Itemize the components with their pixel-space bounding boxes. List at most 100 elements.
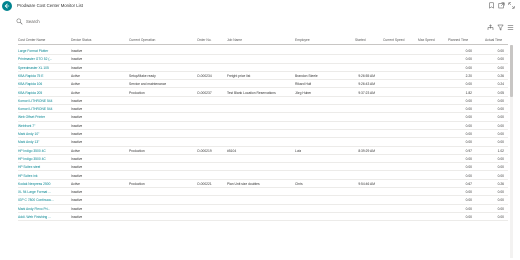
table-row[interactable]: Komori LITHRONE 544 Inactive 0.00 0.00	[18, 105, 508, 114]
column-header-started[interactable]: Started	[355, 38, 366, 42]
table-row[interactable]: Webfront 7" Inactive 0.00 0.00	[18, 122, 508, 130]
cell-name[interactable]: KBA Rapida 106	[18, 82, 68, 86]
cell-order: O-000221	[197, 181, 212, 186]
scrollbar-thumb[interactable]	[510, 45, 513, 97]
cell-name[interactable]: Kodak Nexpress 2500	[18, 182, 68, 186]
cell-employee: Brandon Steele	[295, 73, 318, 78]
cell-name[interactable]: XL 94 Large Format ...	[18, 190, 68, 194]
table-row[interactable]: KBA Rapida 106 Active Service and maintena…	[18, 80, 508, 89]
cell-planned-time: 0.00	[465, 132, 472, 136]
cell-name[interactable]: Speedmaster XL 105	[18, 66, 68, 70]
table-row[interactable]: HP Scitex ink Inactive 0.00 0.00	[18, 172, 508, 180]
cell-actual-time: 0.26	[497, 181, 504, 186]
table-row[interactable]: XL 94 Large Format ... Inactive 0.00 0.00	[18, 188, 508, 197]
filter-icon[interactable]	[497, 18, 504, 31]
cell-name[interactable]: Mark Andy 10"	[18, 132, 68, 136]
open-new-window-icon[interactable]	[498, 2, 505, 9]
column-header-planned-time[interactable]: Planned Time	[448, 38, 468, 42]
cell-name[interactable]: HP Indigo 3500 4C	[18, 157, 68, 161]
cell-planned-time: 0.00	[465, 98, 472, 103]
table-row[interactable]: HP Indigo 3500 4C Active Production O-00021…	[18, 147, 508, 155]
cell-employee: Chris	[295, 181, 303, 186]
cell-planned-time: 0.97	[465, 148, 472, 153]
cell-name[interactable]: Mark Andy Flexo Pri...	[18, 207, 68, 211]
table-row[interactable]: Speedmaster XL 105 Inactive 0.00 0.00	[18, 64, 508, 72]
column-header-order[interactable]: Order No.	[197, 38, 211, 42]
share-icon[interactable]	[487, 18, 494, 30]
column-header-operation[interactable]: Current Operation	[129, 38, 155, 42]
cell-actual-time: 0.00	[497, 65, 504, 70]
cell-status: Active	[71, 90, 80, 95]
cell-order: O-000234	[197, 73, 212, 78]
cell-status: Inactive	[71, 57, 83, 62]
table-row[interactable]: Large Format Plotter Inactive 0.00 0.00	[18, 47, 508, 56]
table-row[interactable]: Web Offset Printer Inactive 0.00 0.00	[18, 113, 508, 122]
table-row[interactable]: Mark Andy Flexo Pri... Inactive 0.00 0.00	[18, 205, 508, 213]
cell-employee: Jörg Huber	[295, 90, 312, 95]
arrow-left-icon	[4, 3, 10, 9]
cell-name[interactable]: KBA Rapida 75 E	[18, 74, 68, 78]
back-button[interactable]	[2, 1, 12, 11]
cell-name[interactable]: Webfront 7"	[18, 124, 68, 128]
cell-order: O-000219	[197, 148, 212, 153]
cell-actual-time: 0.00	[497, 156, 504, 161]
column-header-current-speed[interactable]: Current Speed	[383, 38, 404, 42]
cell-name[interactable]: KBA Rapida 205	[18, 91, 68, 95]
cell-started: 9:37:23 AM	[358, 90, 375, 95]
cell-actual-time: 0.00	[497, 206, 504, 211]
cell-actual-time: 0.00	[497, 215, 504, 219]
cell-operation: Production	[129, 148, 145, 153]
cell-name[interactable]: HP Indigo 3500 4C	[18, 149, 68, 153]
cell-name[interactable]: HP Scitex steel	[18, 165, 68, 169]
cell-planned-time: 0.00	[465, 57, 472, 62]
table-row[interactable]: Komori LITHRONE 544 Inactive 0.00 0.00	[18, 97, 508, 106]
cell-name[interactable]: Komori LITHRONE 544	[18, 107, 68, 111]
column-header-status[interactable]: Device Status	[71, 38, 91, 42]
cell-name[interactable]: Printmaster GTO 52 (...	[18, 57, 68, 61]
search-bar[interactable]: Search	[16, 18, 96, 26]
column-header-employee[interactable]: Employee	[295, 38, 310, 42]
cell-actual-time: 0.00	[497, 107, 504, 112]
cell-started: 9:26:55 AM	[358, 73, 375, 78]
cell-name[interactable]: Addi. Web Finishing ...	[18, 215, 68, 219]
table-row[interactable]: IGP C 7800 Continuou... Inactive 0.00 0.00	[18, 196, 508, 205]
cell-planned-time: 2.20	[465, 73, 472, 78]
cell-name[interactable]: Large Format Plotter	[18, 49, 68, 53]
column-header-name[interactable]: Cost Center Name	[18, 38, 45, 42]
table-row[interactable]: Printmaster GTO 52 (... Inactive 0.00 0.00	[18, 55, 508, 64]
cell-name[interactable]: Web Offset Printer	[18, 115, 68, 119]
cell-operation: Service and maintenance	[129, 82, 167, 87]
cell-planned-time: 0.00	[465, 156, 472, 161]
cell-planned-time: 0.00	[465, 140, 472, 145]
cell-name[interactable]: Mark Andy 13"	[18, 140, 68, 144]
cell-employee: Lutz	[295, 148, 302, 153]
table-row[interactable]: KBA Rapida 75 E Active Setup/Make ready O-0…	[18, 72, 508, 81]
column-header-job[interactable]: Job Name	[227, 38, 242, 42]
cell-status: Inactive	[71, 132, 83, 136]
cell-status: Inactive	[71, 198, 83, 203]
column-header-actual-time[interactable]: Actual Time	[485, 38, 502, 42]
cell-status: Inactive	[71, 65, 83, 70]
cell-planned-time: 0.00	[465, 115, 472, 120]
table-row[interactable]: HP Scitex steel Inactive 0.00 0.00	[18, 163, 508, 172]
table-row[interactable]: Mark Andy 13" Inactive 0.00 0.00	[18, 138, 508, 147]
cell-actual-time: 0.00	[497, 123, 504, 128]
expand-icon[interactable]	[508, 2, 515, 9]
bookmark-icon[interactable]	[488, 2, 495, 9]
cell-name[interactable]: Komori LITHRONE 544	[18, 99, 68, 103]
table-row[interactable]: Addi. Web Finishing ... Inactive 0.00 0.00	[18, 213, 508, 222]
table-row[interactable]: Kodak Nexpress 2500 Active Production O-000…	[18, 180, 508, 189]
cell-job: Freight price list	[227, 73, 251, 78]
cell-planned-time: 0.00	[465, 123, 472, 128]
table-row[interactable]: Mark Andy 10" Inactive 0.00 0.00	[18, 130, 508, 139]
page-header: Prodware Cost Center Monitor List	[0, 0, 520, 14]
vertical-scrollbar[interactable]	[510, 45, 513, 258]
table-row[interactable]: HP Indigo 3500 4C Inactive 0.00 0.00	[18, 155, 508, 164]
column-header-max-speed[interactable]: Max Speed	[418, 38, 435, 42]
cell-status: Active	[71, 82, 80, 87]
cell-name[interactable]: IGP C 7800 Continuou...	[18, 198, 68, 202]
table-row[interactable]: KBA Rapida 205 Active Production O-000237 Te…	[18, 89, 508, 97]
list-view-icon[interactable]	[507, 18, 514, 30]
cell-name[interactable]: HP Scitex ink	[18, 174, 68, 178]
cell-status: Inactive	[71, 173, 83, 178]
